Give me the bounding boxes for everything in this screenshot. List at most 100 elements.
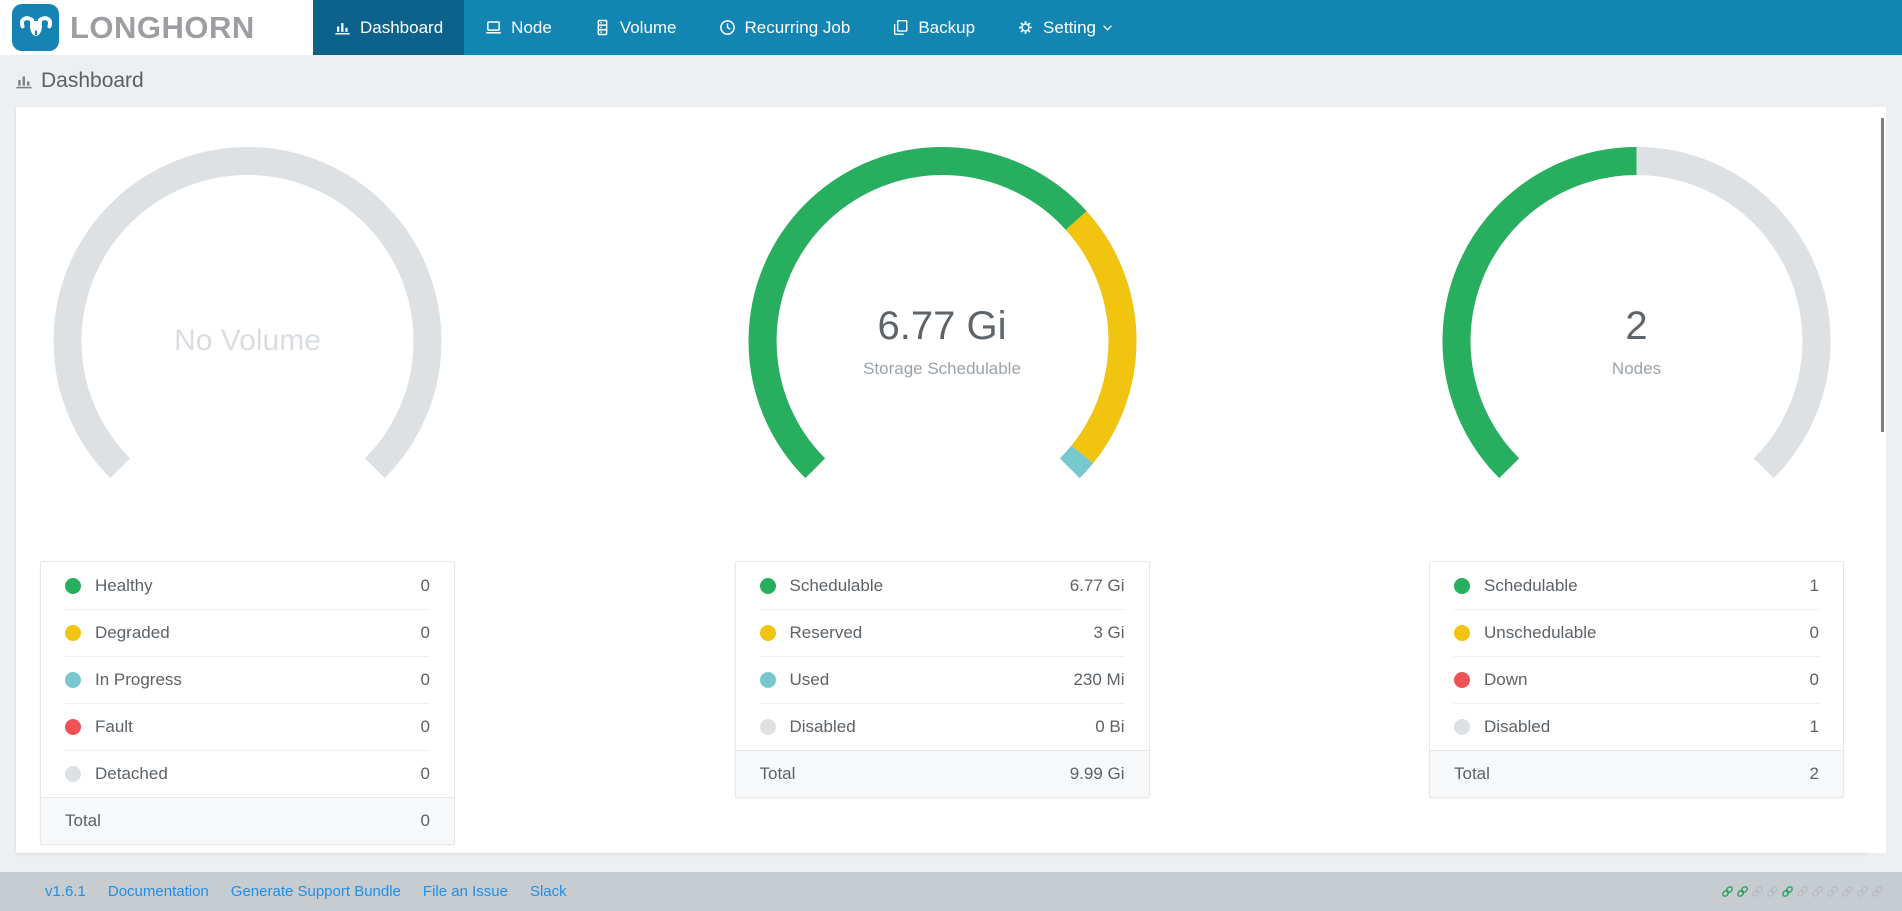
tab-label: Setting xyxy=(1043,17,1096,37)
tab-label: Volume xyxy=(619,17,677,37)
legend-value: 3 Gi xyxy=(1093,623,1125,642)
gauge-arc xyxy=(53,147,442,479)
legend-dot xyxy=(65,625,81,641)
legend-label: Used xyxy=(789,670,830,689)
legend-value: 1 xyxy=(1809,717,1819,736)
chain-link-icon xyxy=(1842,886,1853,897)
brand: LONGHORN xyxy=(0,0,313,55)
chain-link-icon xyxy=(1782,886,1793,897)
legend-total-row: Total 9.99 Gi xyxy=(735,750,1149,797)
legend-row: Schedulable 6.77 Gi xyxy=(736,562,1149,609)
legend-dot xyxy=(65,719,81,735)
tab-label: Recurring Job xyxy=(744,17,851,37)
chain-link-icon xyxy=(1737,886,1748,897)
tab-label: Dashboard xyxy=(360,17,444,37)
legend-row: Disabled 1 xyxy=(1430,703,1843,750)
tab-node[interactable]: Node xyxy=(464,0,573,55)
legend-row: Disabled 0 Bi xyxy=(736,703,1149,750)
scrollbar-thumb[interactable] xyxy=(1881,118,1884,432)
longhorn-logo[interactable] xyxy=(12,4,59,51)
database-icon xyxy=(597,19,608,36)
legend-label: Unschedulable xyxy=(1484,623,1597,642)
documentation-link[interactable]: Documentation xyxy=(108,883,209,900)
version-label: v1.6.1 xyxy=(45,883,86,900)
volume-gauge-chart: No Volume xyxy=(40,145,455,545)
dashboard-card: No Volume Healthy 0 Degraded 0 In Progress 0 F… xyxy=(16,107,1868,853)
legend-dot xyxy=(65,672,81,688)
legend-label: Detached xyxy=(95,764,168,783)
legend-value: 0 xyxy=(420,764,430,783)
legend-total-value: 0 xyxy=(420,811,430,830)
chain-link-icon xyxy=(1752,886,1763,897)
file-an-issue-link[interactable]: File an Issue xyxy=(423,883,508,900)
legend-row: In Progress 0 xyxy=(41,656,454,703)
bar-chart-icon xyxy=(335,23,350,35)
legend-total-label: Total xyxy=(1454,764,1490,783)
gear-icon xyxy=(1019,21,1032,34)
tab-recurring-job[interactable]: Recurring Job xyxy=(698,0,872,55)
page-title-bar: Dashboard xyxy=(0,55,1902,107)
legend-total-label: Total xyxy=(759,764,796,783)
legend-value: 0 xyxy=(420,623,430,642)
legend-total-row: Total 2 xyxy=(1430,750,1843,797)
legend-value: 0 xyxy=(1809,623,1819,642)
nodes-legend-table: Schedulable 1 Unschedulable 0 Down 0 Disabled 1… xyxy=(1429,561,1844,798)
legend-dot xyxy=(759,577,776,594)
legend-dot xyxy=(759,672,776,688)
brand-text: LONGHORN xyxy=(70,9,255,45)
slack-link[interactable]: Slack xyxy=(530,883,567,900)
legend-dot xyxy=(1454,577,1470,594)
chain-link-icon xyxy=(1797,886,1808,897)
legend-label: Schedulable xyxy=(789,575,884,595)
nav-tabs: Dashboard Node Volume Recurring Job Back… xyxy=(313,0,1902,55)
storage-gauge-chart: 6.77 Gi Storage Schedulable xyxy=(735,145,1150,545)
legend-row: Detached 0 xyxy=(41,750,454,797)
legend-value: 0 xyxy=(420,575,430,595)
scrollbar-track[interactable] xyxy=(1868,107,1886,853)
legend-row: Reserved 3 Gi xyxy=(736,609,1149,656)
legend-label: In Progress xyxy=(95,670,182,689)
legend-value: 0 xyxy=(1809,670,1819,689)
legend-value: 6.77 Gi xyxy=(1069,575,1125,595)
chain-link-icon xyxy=(1722,886,1733,897)
legend-row: Unschedulable 0 xyxy=(1430,609,1843,656)
generate-support-bundle-link[interactable]: Generate Support Bundle xyxy=(231,883,401,900)
legend-total-value: 2 xyxy=(1809,764,1819,783)
legend-dot xyxy=(1454,625,1470,641)
tab-dashboard[interactable]: Dashboard xyxy=(313,0,465,55)
volume-legend-table: Healthy 0 Degraded 0 In Progress 0 Fault 0 Detac… xyxy=(40,561,455,845)
chain-link-icon xyxy=(1857,886,1868,897)
storage-legend-table: Schedulable 6.77 Gi Reserved 3 Gi Used 230 Mi… xyxy=(734,561,1150,798)
tab-backup[interactable]: Backup xyxy=(871,0,996,55)
legend-label: Down xyxy=(1484,670,1528,689)
legend-row: Down 0 xyxy=(1430,656,1843,703)
legend-dot xyxy=(65,766,81,782)
legend-label: Schedulable xyxy=(1484,575,1578,595)
legend-value: 0 Bi xyxy=(1095,717,1125,736)
tab-setting[interactable]: Setting xyxy=(996,0,1135,55)
laptop-icon xyxy=(486,21,502,34)
legend-label: Reserved xyxy=(789,623,863,642)
chain-link-icons xyxy=(1721,885,1884,898)
legend-value: 1 xyxy=(1809,575,1819,595)
tab-volume[interactable]: Volume xyxy=(573,0,698,55)
bar-chart-icon xyxy=(16,76,32,89)
chain-link-icon xyxy=(1812,886,1823,897)
legend-total-value: 9.99 Gi xyxy=(1069,764,1125,783)
gauge-arc xyxy=(1442,147,1831,479)
nodes-gauge-chart: 2 Nodes xyxy=(1429,145,1844,545)
legend-row: Used 230 Mi xyxy=(736,656,1149,703)
navbar: LONGHORN Dashboard Node Volume Recurring… xyxy=(0,0,1902,55)
legend-dot xyxy=(759,719,776,735)
copy-icon xyxy=(894,19,908,36)
legend-dot xyxy=(1454,719,1470,735)
legend-row: Degraded 0 xyxy=(41,609,454,656)
legend-label: Disabled xyxy=(789,717,856,736)
legend-value: 230 Mi xyxy=(1073,670,1125,689)
legend-value: 0 xyxy=(420,717,430,736)
footer: v1.6.1 Documentation Generate Support Bu… xyxy=(0,872,1902,911)
legend-label: Degraded xyxy=(95,623,170,642)
volume-chart-column: No Volume Healthy 0 Degraded 0 In Progress 0 F… xyxy=(40,133,455,845)
storage-chart-column: 6.77 Gi Storage Schedulable Schedulable 6… xyxy=(734,133,1150,845)
chain-link-icon xyxy=(1767,886,1778,897)
